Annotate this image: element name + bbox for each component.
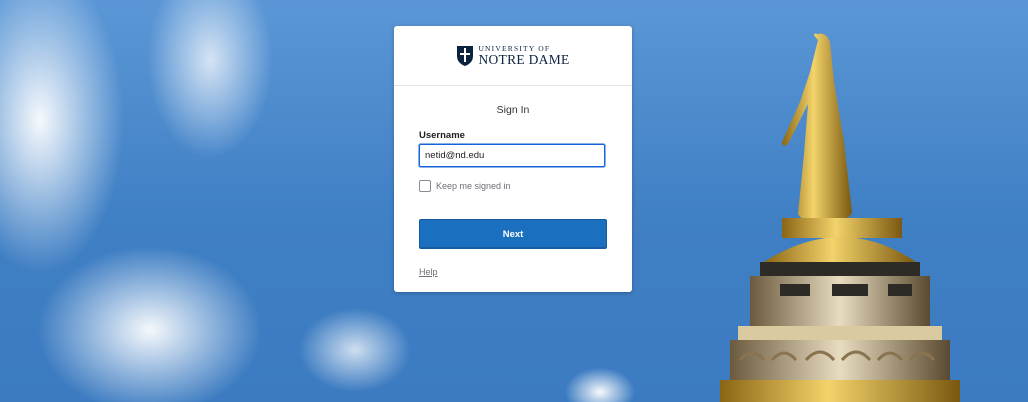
next-button[interactable]: Next xyxy=(419,219,607,249)
keep-signed-in-label[interactable]: Keep me signed in xyxy=(436,181,511,191)
card-header: UNIVERSITY OF NOTRE DAME xyxy=(394,26,632,86)
sign-in-card: UNIVERSITY OF NOTRE DAME Sign In Usernam… xyxy=(394,26,632,292)
username-input[interactable] xyxy=(419,144,605,167)
form-title: Sign In xyxy=(496,104,530,116)
golden-dome-statue-image xyxy=(720,33,960,402)
help-link[interactable]: Help xyxy=(419,267,438,277)
keep-signed-in-row[interactable]: Keep me signed in xyxy=(419,180,511,192)
username-label: Username xyxy=(419,130,465,141)
shield-crest-icon xyxy=(457,45,474,66)
logo-text-bottom: NOTRE DAME xyxy=(478,51,570,67)
keep-signed-in-checkbox[interactable] xyxy=(419,180,431,192)
university-logo: UNIVERSITY OF NOTRE DAME xyxy=(456,45,569,67)
